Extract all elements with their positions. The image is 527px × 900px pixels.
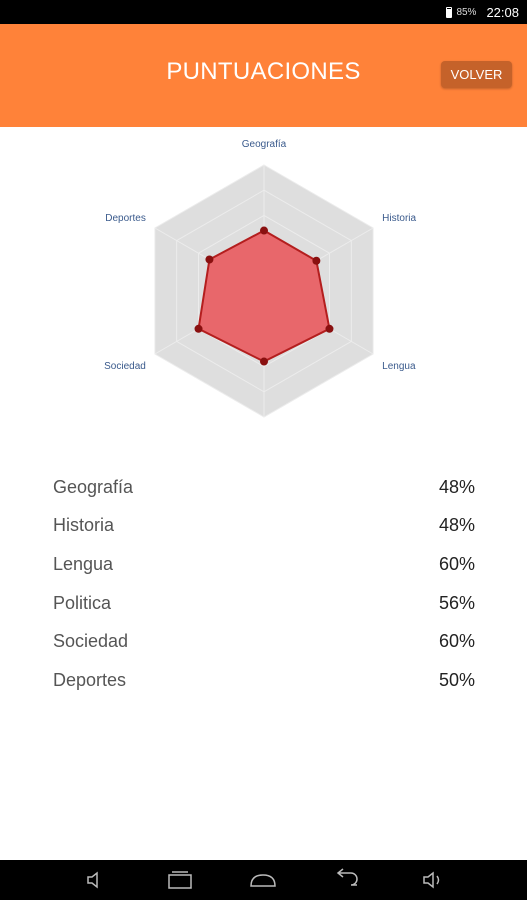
score-subject: Historia — [53, 515, 115, 536]
list-item: Geografía 48% — [53, 468, 475, 507]
app-bar: PUNTUACIONES VOLVER — [0, 24, 527, 127]
status-indicators: 85% 22:08 — [446, 0, 519, 24]
volume-down-icon[interactable] — [80, 868, 110, 892]
navigation-bar — [0, 860, 527, 900]
score-value: 60% — [438, 631, 475, 652]
radar-axis-label: Lengua — [382, 361, 416, 372]
score-value: 48% — [438, 476, 475, 497]
score-subject: Geografía — [53, 476, 134, 497]
battery-icon — [446, 6, 453, 18]
radar-point — [260, 226, 268, 235]
radar-axis-label: Historia — [382, 213, 416, 224]
radar-point — [325, 324, 334, 333]
radar-axis-label: Deportes — [105, 213, 146, 224]
score-value: 50% — [438, 669, 475, 690]
recent-apps-icon[interactable] — [165, 868, 195, 892]
list-item: Deportes 50% — [53, 661, 475, 700]
battery-percent: 85% — [456, 6, 477, 18]
back-icon[interactable] — [333, 868, 363, 892]
volume-up-icon[interactable] — [418, 868, 448, 892]
radar-chart: GeografíaHistoriaLenguaPoliticaSociedadD… — [104, 139, 417, 418]
score-subject: Politica — [53, 592, 112, 613]
list-item: Sociedad 60% — [53, 622, 475, 661]
radar-axis-label: Geografía — [242, 139, 287, 150]
list-item: Politica 56% — [53, 584, 475, 623]
score-list: Geografía 48% Historia 48% Lengua 60% Po… — [53, 468, 475, 700]
radar-point — [205, 255, 214, 264]
score-subject: Deportes — [53, 669, 127, 690]
radar-point — [312, 256, 321, 265]
score-value: 48% — [438, 515, 475, 536]
back-button[interactable]: VOLVER — [441, 61, 512, 88]
radar-point — [260, 357, 268, 366]
status-bar: 85% 22:08 — [0, 0, 527, 24]
radar-point — [194, 324, 203, 333]
home-icon[interactable] — [248, 868, 278, 892]
score-value: 56% — [438, 592, 475, 613]
radar-axis-label: Sociedad — [104, 361, 146, 372]
list-item: Lengua 60% — [53, 545, 475, 584]
score-subject: Sociedad — [53, 631, 129, 652]
clock: 22:08 — [486, 4, 519, 20]
score-subject: Lengua — [53, 553, 114, 574]
list-item: Historia 48% — [53, 507, 475, 546]
score-value: 60% — [438, 553, 475, 574]
